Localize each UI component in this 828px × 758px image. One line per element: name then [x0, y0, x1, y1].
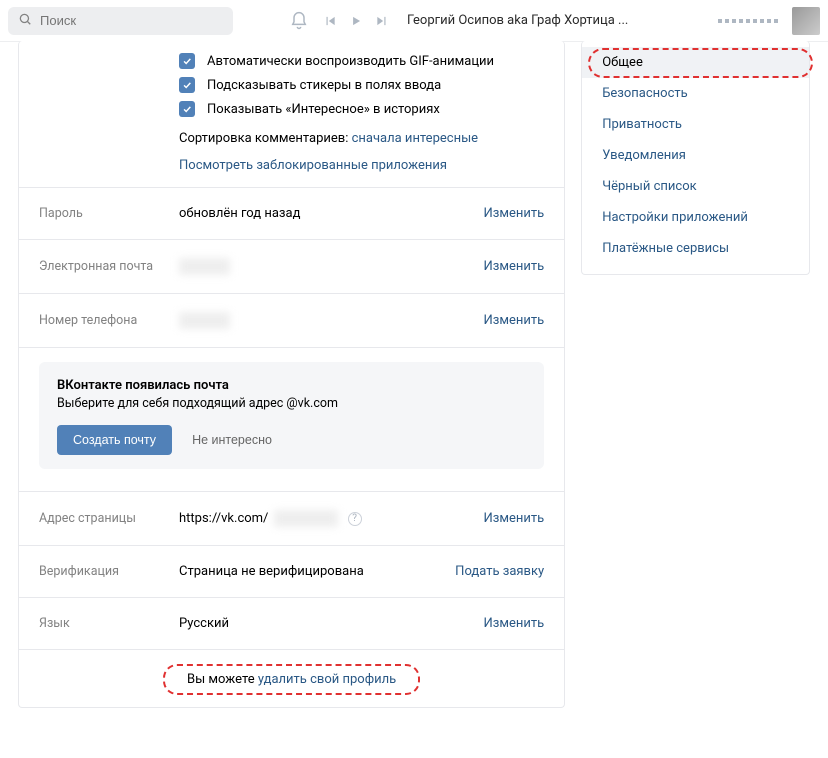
notifications-icon[interactable] [289, 11, 309, 31]
row-value: Страница не верифицирована [179, 564, 455, 579]
checkbox-stickers[interactable]: Подсказывать стикеры в полях ввода [19, 73, 564, 97]
row-value: Русский [179, 616, 483, 631]
row-value [179, 312, 483, 329]
checkbox-checked-icon [179, 77, 195, 93]
row-label: Пароль [39, 206, 179, 221]
apps-grid-icon[interactable] [718, 19, 778, 23]
row-phone: Номер телефона Изменить [19, 294, 564, 347]
row-language: Язык Русский Изменить [19, 598, 564, 649]
change-address-link[interactable]: Изменить [483, 511, 544, 526]
change-phone-link[interactable]: Изменить [483, 313, 544, 328]
row-label: Номер телефона [39, 313, 179, 328]
next-track-icon[interactable] [375, 14, 389, 28]
row-address: Адрес страницы https://vk.com/ ? Изменит… [19, 492, 564, 545]
checkbox-checked-icon [179, 53, 195, 69]
checkbox-gif[interactable]: Автоматически воспроизводить GIF-анимаци… [19, 49, 564, 73]
search-input[interactable] [40, 13, 223, 28]
checkbox-checked-icon [179, 101, 195, 117]
change-language-link[interactable]: Изменить [483, 616, 544, 631]
hidden-value [179, 312, 230, 329]
sidebar-item-app-settings[interactable]: Настройки приложений [582, 202, 809, 233]
row-password: Пароль обновлён год назад Изменить [19, 188, 564, 239]
sidebar-item-blacklist[interactable]: Чёрный список [582, 171, 809, 202]
change-password-link[interactable]: Изменить [483, 206, 544, 221]
checkbox-interesting[interactable]: Показывать «Интересное» в историях [19, 97, 564, 121]
player-controls: Георгий Осипов aka Граф Хортица ... [323, 13, 628, 28]
footer: Вы можете удалить свой профиль [19, 649, 564, 707]
checkbox-label: Подсказывать стикеры в полях ввода [207, 78, 441, 93]
comments-sort: Сортировка комментариев: сначала интерес… [19, 121, 564, 152]
blocked-apps-link[interactable]: Посмотреть заблокированные приложения [179, 158, 447, 173]
dismiss-promo-button[interactable]: Не интересно [192, 433, 272, 447]
hidden-value [179, 258, 230, 275]
settings-sidebar: Общее Безопасность Приватность Уведомлен… [581, 41, 810, 275]
sort-value-link[interactable]: сначала интересные [352, 131, 478, 146]
sort-label: Сортировка комментариев: [179, 131, 352, 146]
sidebar-item-general[interactable]: Общее [582, 47, 809, 78]
row-label: Электронная почта [39, 259, 179, 274]
play-icon[interactable] [349, 14, 363, 28]
promo-subtitle: Выберите для себя подходящий адрес @vk.c… [57, 396, 526, 411]
row-value [179, 258, 483, 275]
checkbox-label: Автоматически воспроизводить GIF-анимаци… [207, 54, 494, 69]
delete-profile-link[interactable]: удалить свой профиль [258, 672, 396, 687]
row-label: Адрес страницы [39, 511, 179, 526]
prev-track-icon[interactable] [323, 14, 337, 28]
promo-title: ВКонтакте появилась почта [57, 378, 526, 393]
row-label: Язык [39, 616, 179, 631]
search-icon [18, 12, 32, 30]
verify-apply-link[interactable]: Подать заявку [455, 564, 544, 579]
sidebar-item-notifications[interactable]: Уведомления [582, 140, 809, 171]
address-prefix: https://vk.com/ [179, 511, 268, 526]
mail-promo: ВКонтакте появилась почта Выберите для с… [39, 362, 544, 469]
change-email-link[interactable]: Изменить [483, 259, 544, 274]
row-email: Электронная почта Изменить [19, 240, 564, 293]
sidebar-item-privacy[interactable]: Приватность [582, 109, 809, 140]
search-box[interactable] [8, 7, 233, 35]
row-verify: Верификация Страница не верифицирована П… [19, 546, 564, 597]
checkbox-label: Показывать «Интересное» в историях [207, 102, 440, 117]
row-value: обновлён год назад [179, 206, 483, 221]
player-title[interactable]: Георгий Осипов aka Граф Хортица ... [407, 13, 628, 28]
sidebar-item-payments[interactable]: Платёжные сервисы [582, 233, 809, 264]
footer-prefix: Вы можете [187, 672, 258, 687]
topbar: Георгий Осипов aka Граф Хортица ... [0, 0, 828, 42]
row-label: Верификация [39, 564, 179, 579]
main-settings-panel: Автоматически воспроизводить GIF-анимаци… [18, 41, 565, 708]
hidden-value [274, 510, 337, 527]
create-mail-button[interactable]: Создать почту [57, 425, 172, 455]
sidebar-item-security[interactable]: Безопасность [582, 78, 809, 109]
help-icon[interactable]: ? [348, 512, 362, 526]
row-value: https://vk.com/ ? [179, 510, 483, 527]
avatar[interactable] [792, 7, 820, 35]
